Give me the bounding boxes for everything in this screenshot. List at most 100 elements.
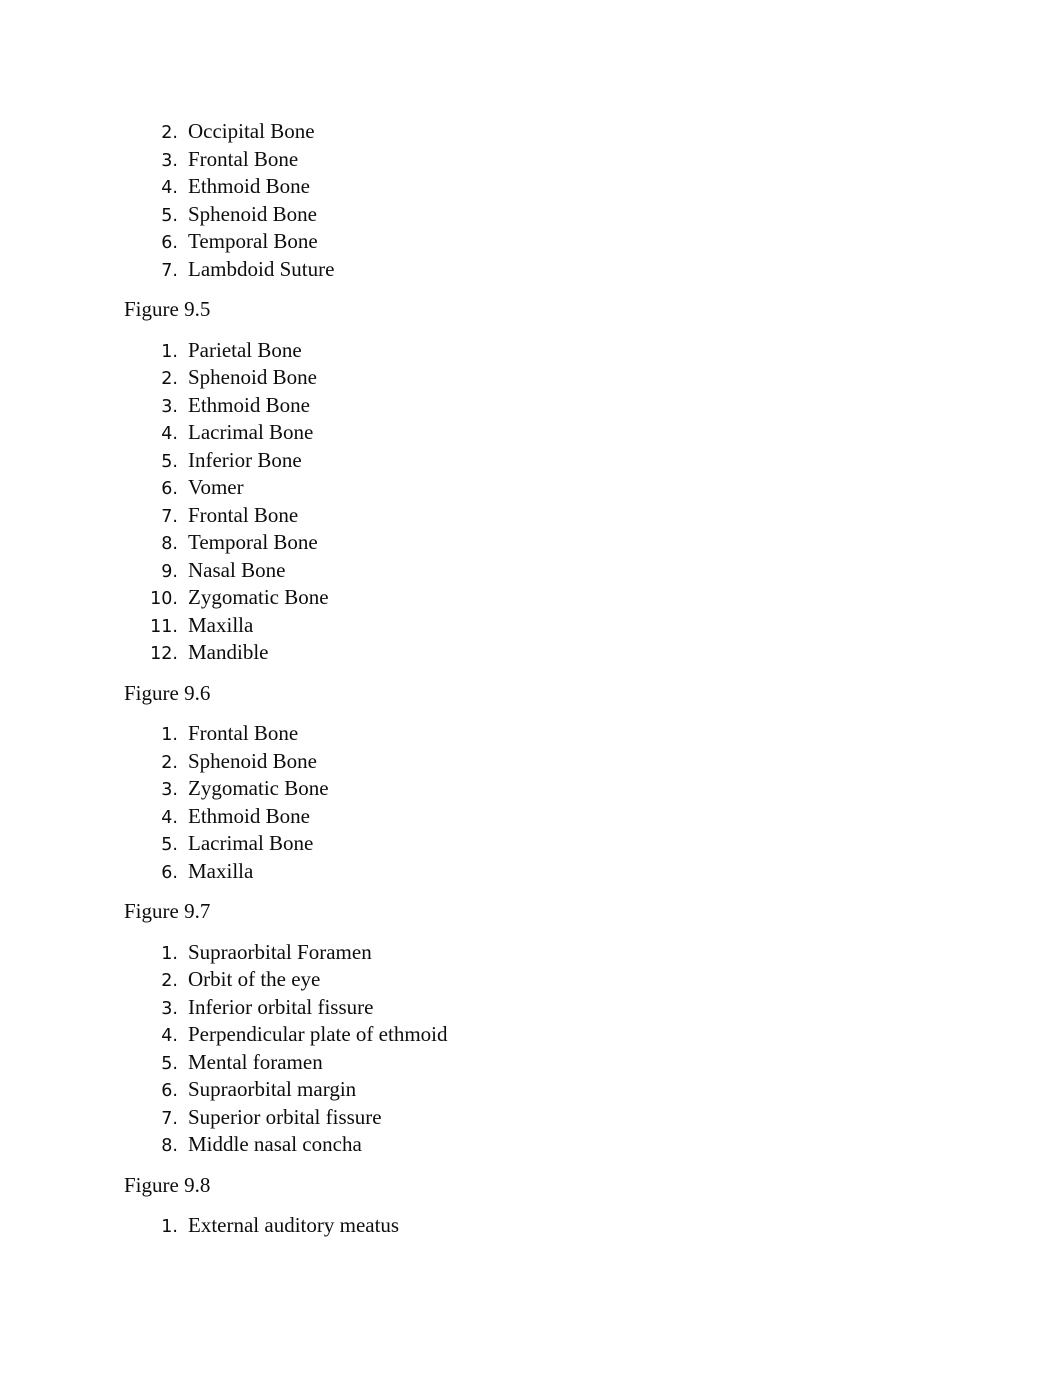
list-item: 11. Maxilla <box>124 612 924 640</box>
list-item-label: Parietal Bone <box>188 337 302 362</box>
list-item: 3. Zygomatic Bone <box>124 775 924 803</box>
list-item-label: Occipital Bone <box>188 119 315 143</box>
list-item: 5. Inferior Bone <box>124 447 924 475</box>
list-item-number: 4. <box>161 424 178 444</box>
list-item-number: 4. <box>161 178 178 198</box>
list-item-label: External auditory meatus <box>188 1213 400 1237</box>
list-item-number: 6. <box>161 233 178 253</box>
list-item-number: 5. <box>161 451 178 472</box>
list-item-number: 5. <box>161 205 178 226</box>
list-item: 4. Perpendicular plate of ethmoid <box>124 1021 924 1049</box>
list-item: 4. Lacrimal Bone <box>124 419 924 447</box>
figure-heading: Figure 9.6 <box>124 680 211 705</box>
list-item: 6. Vomer <box>124 474 924 502</box>
list-item-number: 2. <box>161 123 178 143</box>
list-item-number: 2. <box>161 369 178 389</box>
list-item: 9. Nasal Bone <box>124 557 924 585</box>
list-item-number: 9. <box>161 561 178 582</box>
figure-heading: Figure 9.5 <box>124 297 211 321</box>
list-item: 5. Sphenoid Bone <box>124 201 924 229</box>
list-item-label: Supraorbital Foramen <box>188 939 372 964</box>
list-item-number: 11. <box>150 616 178 637</box>
list-item: 1. Frontal Bone <box>124 720 924 748</box>
list-item-label: Mental foramen <box>188 1049 323 1074</box>
list-item: 3. Inferior orbital fissure <box>124 994 924 1022</box>
list-item-label: Inferior orbital fissure <box>188 994 374 1019</box>
list-item: 1. External auditory meatus <box>124 1212 924 1240</box>
list-item-label: Sphenoid Bone <box>188 748 317 773</box>
list-item-label: Mandible <box>188 640 269 664</box>
list-item: 3. Ethmoid Bone <box>124 392 924 420</box>
list-item-number: 2. <box>161 971 178 991</box>
list-item: 2. Orbit of the eye <box>124 966 924 994</box>
figure-block: Figure 9.7 1. Supraorbital Foramen 2. Orbit … <box>124 898 924 1159</box>
list-item-number: 6. <box>161 1081 178 1101</box>
list-item-label: Sphenoid Bone <box>188 201 317 226</box>
list-item-number: 1. <box>161 943 178 964</box>
list-item: 5. Mental foramen <box>124 1049 924 1077</box>
list-item: 1. Parietal Bone <box>124 337 924 365</box>
list-item-label: Lambdoid Suture <box>188 256 335 281</box>
list-item-number: 3. <box>161 396 178 417</box>
list-item: 6. Temporal Bone <box>124 228 924 256</box>
list-item: 6. Maxilla <box>124 858 924 886</box>
list-item: 4. Ethmoid Bone <box>124 803 924 831</box>
figure-heading: Figure 9.7 <box>124 899 211 923</box>
list-item-label: Temporal Bone <box>188 530 318 554</box>
list-item: 10. Zygomatic Bone <box>124 584 924 612</box>
list-item-label: Lacrimal Bone <box>188 831 314 855</box>
list-item-label: Frontal Bone <box>188 721 299 745</box>
list-item: 7. Frontal Bone <box>124 502 924 530</box>
numbered-list: 1. Supraorbital Foramen 2. Orbit of the eye… <box>124 939 924 1159</box>
list-item-number: 5. <box>161 1053 178 1074</box>
list-item-label: Zygomatic Bone <box>188 585 329 609</box>
list-item-number: 2. <box>161 752 178 773</box>
list-item: 5. Lacrimal Bone <box>124 830 924 858</box>
list-item: 8. Temporal Bone <box>124 529 924 557</box>
list-item-label: Ethmoid Bone <box>188 392 310 417</box>
numbered-list: 1. Parietal Bone 2. Sphenoid Bone 3. Ethmoid … <box>124 337 924 667</box>
list-item-number: 3. <box>161 150 178 171</box>
numbered-list: 2. Occipital Bone 3. Frontal Bone 4. Ethmoid … <box>124 118 924 283</box>
list-item-label: Orbit of the eye <box>188 967 321 991</box>
list-item-label: Perpendicular plate of ethmoid <box>188 1022 448 1046</box>
list-item-label: Zygomatic Bone <box>188 776 329 800</box>
figure-block: Figure 9.8 1. External auditory meatus <box>124 1172 924 1240</box>
list-item-number: 5. <box>161 835 178 855</box>
list-item-number: 3. <box>161 998 178 1019</box>
list-item-label: Maxilla <box>188 858 254 883</box>
list-item: 2. Sphenoid Bone <box>124 364 924 392</box>
list-item: 7. Lambdoid Suture <box>124 256 924 284</box>
list-item: 6. Supraorbital margin <box>124 1076 924 1104</box>
list-item-label: Nasal Bone <box>188 557 286 582</box>
list-item-number: 1. <box>161 1217 178 1237</box>
document-body: 2. Occipital Bone 3. Frontal Bone 4. Ethmoid … <box>124 118 924 1240</box>
list-item-label: Frontal Bone <box>188 502 299 527</box>
list-item: 4. Ethmoid Bone <box>124 173 924 201</box>
numbered-list: 1. External auditory meatus <box>124 1212 924 1240</box>
list-item-label: Supraorbital margin <box>188 1077 357 1101</box>
list-item-label: Inferior Bone <box>188 447 302 472</box>
list-item-number: 7. <box>161 506 178 527</box>
list-item-number: 4. <box>161 1026 178 1046</box>
list-item-number: 6. <box>161 862 178 883</box>
list-item-label: Lacrimal Bone <box>188 420 314 444</box>
figure-block: 2. Occipital Bone 3. Frontal Bone 4. Ethmoid … <box>124 118 924 283</box>
figure-heading: Figure 9.8 <box>124 1172 211 1197</box>
list-item-number: 1. <box>161 341 178 362</box>
list-item-label: Temporal Bone <box>188 229 318 253</box>
numbered-list: 1. Frontal Bone 2. Sphenoid Bone 3. Zygomatic… <box>124 720 924 885</box>
list-item-label: Ethmoid Bone <box>188 174 310 198</box>
list-item: 1. Supraorbital Foramen <box>124 939 924 967</box>
list-item: 12. Mandible <box>124 639 924 667</box>
list-item: 2. Sphenoid Bone <box>124 748 924 776</box>
list-item-label: Frontal Bone <box>188 146 299 171</box>
list-item: 3. Frontal Bone <box>124 146 924 174</box>
list-item-number: 7. <box>161 1108 178 1129</box>
list-item-number: 1. <box>161 725 178 745</box>
list-item-number: 3. <box>161 780 178 800</box>
list-item-number: 8. <box>161 534 178 554</box>
list-item-label: Maxilla <box>188 612 254 637</box>
list-item-number: 12. <box>150 644 178 664</box>
list-item-number: 4. <box>161 807 178 828</box>
